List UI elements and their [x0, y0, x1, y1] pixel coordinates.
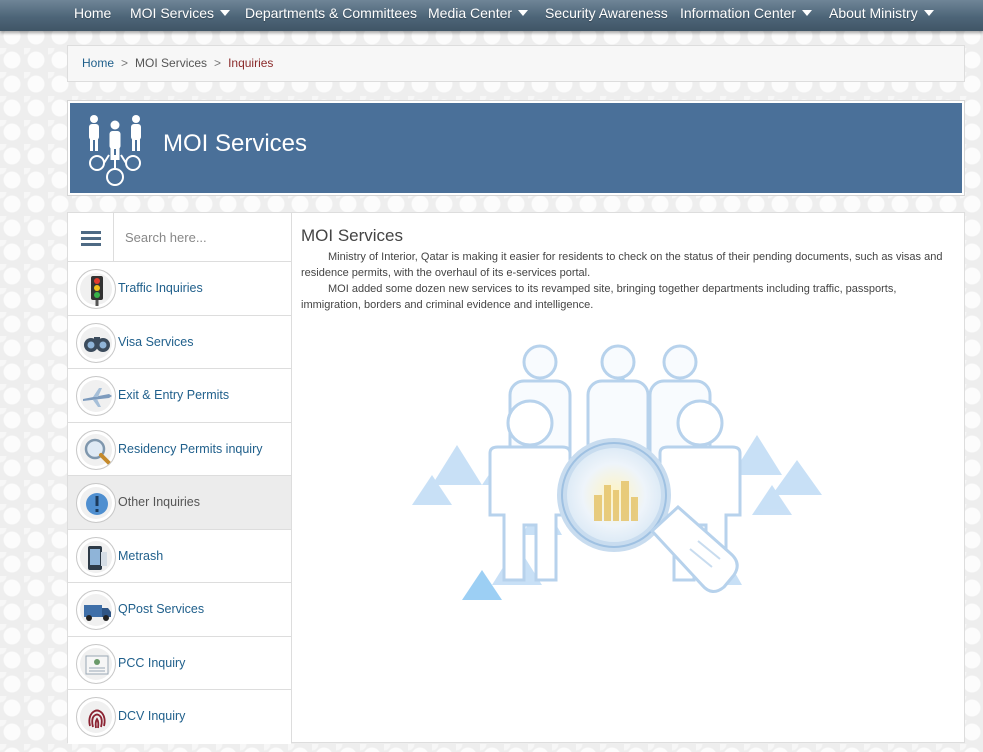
- banner-title: MOI Services: [163, 130, 308, 157]
- people-network-icon: [89, 115, 141, 186]
- breadcrumb: Home > MOI Services > Inquiries: [67, 45, 965, 82]
- hamburger-icon-line: [81, 237, 101, 240]
- exclamation-icon: [76, 483, 116, 523]
- hamburger-icon: [81, 231, 101, 234]
- sidebar-search-bar: [68, 213, 291, 262]
- sidebar-item-exit-entry-permits[interactable]: Exit & Entry Permits: [68, 369, 291, 423]
- content-paragraph: MOI added some dozen new services to its…: [301, 283, 897, 311]
- hamburger-icon-line: [81, 243, 101, 246]
- content-paragraph: Ministry of Interior, Qatar is making it…: [301, 251, 943, 279]
- sidebar-item-label: DCV Inquiry: [118, 709, 186, 723]
- chevron-down-icon: [220, 10, 231, 17]
- banner-background: MOI Services: [70, 103, 962, 193]
- certificate-icon: [76, 643, 116, 684]
- breadcrumb-moi-services[interactable]: MOI Services: [135, 56, 207, 70]
- chevron-down-icon: [923, 10, 934, 17]
- nav-moi-services[interactable]: MOI Services: [130, 0, 231, 26]
- sidebar-item-traffic-inquiries[interactable]: Traffic Inquiries: [68, 262, 291, 316]
- sidebar-item-label: Other Inquiries: [118, 495, 200, 509]
- breadcrumb-separator: >: [121, 56, 129, 70]
- phone-icon: [76, 536, 116, 577]
- airplane-icon: [76, 376, 116, 416]
- sidebar-item-label: Traffic Inquiries: [118, 281, 203, 295]
- nav-departments-committees[interactable]: Departments & Committees: [245, 0, 417, 26]
- binoculars-icon: [76, 322, 116, 363]
- chevron-down-icon: [518, 10, 529, 17]
- sidebar-item-residency-permits-inquiry[interactable]: Residency Permits inquiry: [68, 422, 291, 476]
- delivery-van-icon: [76, 590, 116, 630]
- nav-security-awareness[interactable]: Security Awareness: [545, 0, 668, 26]
- sidebar-item-label: Metrash: [118, 548, 164, 563]
- page-banner: MOI Services: [67, 100, 965, 196]
- sidebar-item-label: Residency Permits inquiry: [118, 441, 263, 456]
- sidebar-item-metrash[interactable]: Metrash: [68, 529, 291, 583]
- people-magnifier-illustration: [412, 344, 822, 600]
- services-sidebar: Traffic Inquiries Visa Services Exit & E…: [67, 212, 292, 744]
- main-content: MOI Services Ministry of Interior, Qatar…: [292, 212, 965, 743]
- sidebar-item-label: QPost Services: [118, 602, 205, 616]
- nav-home[interactable]: Home: [74, 0, 111, 26]
- top-navigation: Home MOI Services Departments & Committe…: [0, 0, 983, 31]
- sidebar-item-label: Exit & Entry Permits: [118, 388, 230, 402]
- sidebar-item-label: Visa Services: [118, 334, 194, 349]
- sidebar-item-dcv-inquiry[interactable]: DCV Inquiry: [68, 690, 291, 744]
- sidebar-item-visa-services[interactable]: Visa Services: [68, 315, 291, 369]
- nav-media-center[interactable]: Media Center: [428, 0, 529, 26]
- sidebar-item-label: PCC Inquiry: [118, 655, 186, 670]
- chevron-down-icon: [801, 10, 812, 17]
- sidebar-item-qpost-services[interactable]: QPost Services: [68, 583, 291, 637]
- sidebar-item-other-inquiries[interactable]: Other Inquiries: [68, 476, 291, 530]
- fingerprint-icon: [76, 697, 116, 737]
- breadcrumb-separator: >: [214, 56, 222, 70]
- nav-about-ministry[interactable]: About Ministry: [829, 0, 934, 26]
- traffic-light-icon: [76, 269, 116, 309]
- breadcrumb-home[interactable]: Home: [82, 56, 114, 70]
- menu-toggle-button[interactable]: [68, 213, 114, 261]
- nav-information-center[interactable]: Information Center: [680, 0, 812, 26]
- breadcrumb-current: Inquiries: [228, 56, 274, 70]
- sidebar-search-input[interactable]: [115, 213, 291, 261]
- sidebar-item-pcc-inquiry[interactable]: PCC Inquiry: [68, 636, 291, 690]
- magnifier-icon: [76, 429, 116, 470]
- content-title: MOI Services: [301, 226, 404, 245]
